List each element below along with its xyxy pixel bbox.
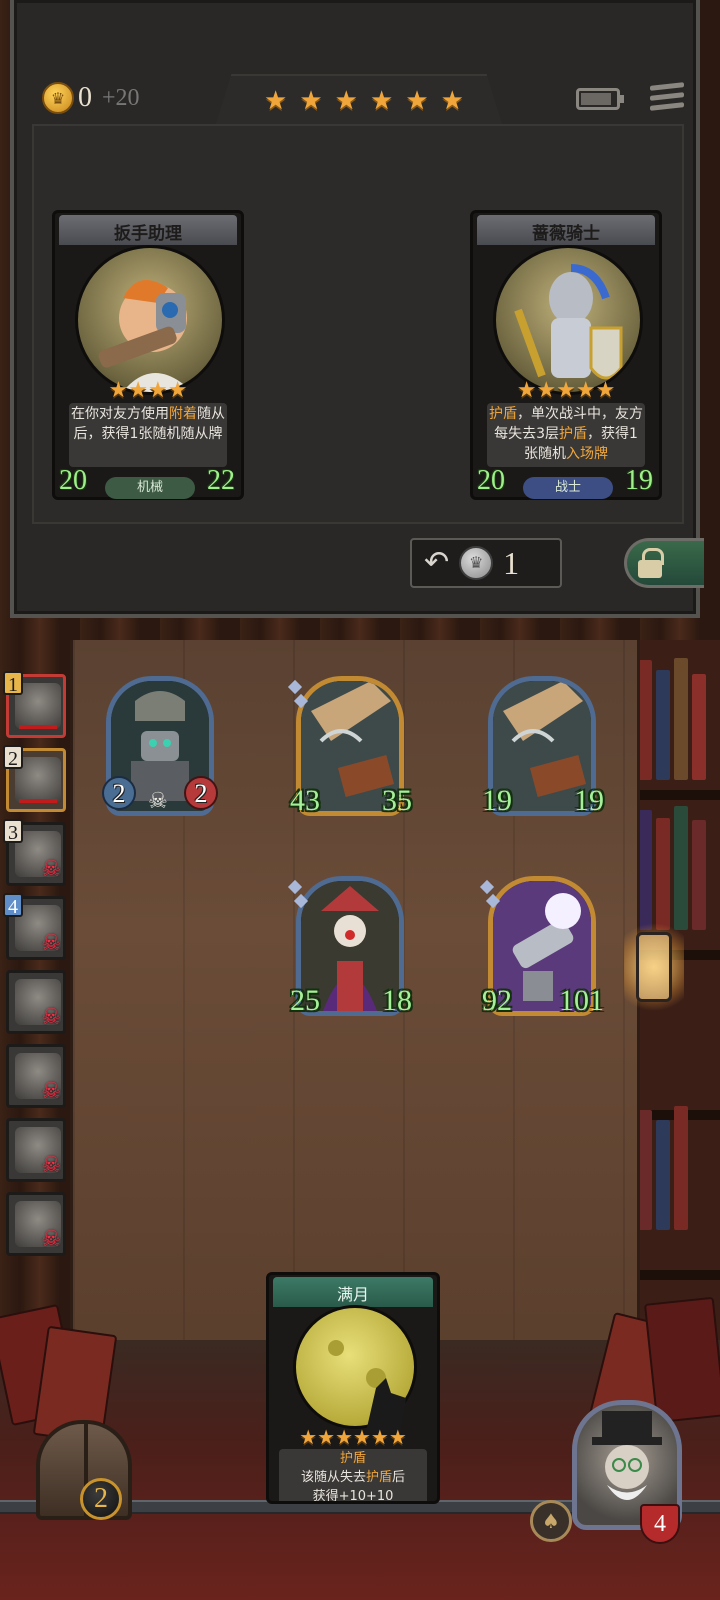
tier-star-icon: ★ [299, 86, 323, 116]
minion-health: 35 [382, 784, 412, 817]
tier-star-icon: ★ [334, 86, 358, 116]
tier-star-icon: ★ [440, 86, 464, 116]
gold-income: +20 [102, 84, 140, 111]
board-minion-3[interactable]: 19 19 [482, 676, 604, 824]
board-minion-1[interactable]: 2 2 ☠ [102, 676, 218, 824]
card-description: 在你对友方使用附着随从后，获得1张随机随从牌 [69, 403, 227, 467]
card-name: 蔷薇骑士 [532, 224, 600, 244]
opponent-8[interactable]: ☠ [6, 1192, 66, 1256]
opponent-health-bar [19, 725, 57, 729]
opponent-rank: 3 [3, 819, 23, 844]
dead-skull-icon: ☠ [41, 1153, 61, 1178]
player-health: 4 [640, 1504, 680, 1544]
opponent-4[interactable]: 4 ☠ [3, 893, 66, 960]
card-tribe: 战士 [523, 477, 613, 499]
tier-stars: ★ ★ ★ ★ ★ ★ [264, 86, 464, 116]
tier-star-icon: ★ [264, 86, 288, 116]
opponent-7[interactable]: ☠ [6, 1118, 66, 1182]
minion-health: 19 [574, 784, 604, 817]
card-attack: 20 [59, 465, 87, 496]
board-minion-4[interactable]: 25 18 [287, 876, 412, 1024]
opponent-2[interactable]: 2 [3, 745, 66, 812]
card-health: 22 [207, 465, 235, 496]
minion-attack: 92 [482, 984, 512, 1017]
card-stars: ★★★★★ [516, 378, 616, 403]
dead-skull-icon: ☠ [41, 931, 61, 956]
card-stars: ★★★★ [108, 378, 188, 403]
refresh-button[interactable]: ↶ ♛ 1 [410, 538, 562, 588]
minion-health: 2 [184, 776, 218, 810]
shop-card-wrench-assistant[interactable]: 扳手助理 ★★★★ 在你对友方使用附着随从后，获得1张随机随从牌 20 机械 2… [52, 210, 244, 500]
opponent-5[interactable]: ☠ [6, 970, 66, 1034]
tier-star-icon: ★ [405, 86, 429, 116]
minion-attack: 2 [102, 776, 136, 810]
opponent-rank: 2 [3, 745, 23, 770]
freeze-lock-button[interactable] [624, 538, 704, 588]
lock-icon [637, 548, 664, 578]
skull-icon: ☠ [148, 789, 168, 814]
opponent-rank: 1 [3, 671, 23, 696]
battery-icon [576, 88, 624, 110]
board-minion-5[interactable]: 92 101 [479, 876, 604, 1024]
menu-icon[interactable] [650, 82, 684, 116]
card-stars: ★★★★★★ [299, 1425, 407, 1449]
card-health: 19 [625, 465, 653, 496]
tavern-level: 2 [80, 1478, 122, 1520]
refresh-cost: 1 [503, 544, 520, 581]
board-minion-2[interactable]: 43 35 [287, 676, 412, 824]
gold-display: ♛ 0 +20 [42, 82, 140, 114]
card-name: 满月 [336, 1285, 369, 1304]
card-tribe: 机械 [105, 477, 195, 499]
minion-health: 18 [382, 984, 412, 1017]
dead-skull-icon: ☠ [41, 1079, 61, 1104]
card-description: 护盾，单次战斗中，友方每失去3层护盾，获得1张随机入场牌 [487, 403, 645, 467]
tier-star-icon: ★ [369, 86, 394, 116]
shop-card-rose-knight[interactable]: 蔷薇骑士 ★★★★★ 护盾，单次战斗中，友方每失去3层护盾，获得1张随机入场牌 … [470, 210, 662, 500]
hero-power-icon[interactable]: ♠ [530, 1500, 572, 1542]
opponent-1[interactable]: 1 [3, 671, 66, 738]
card-description: 护盾 该随从失去护盾后 获得+10+10 [279, 1449, 427, 1501]
opponent-6[interactable]: ☠ [6, 1044, 66, 1108]
dead-skull-icon: ☠ [41, 1005, 61, 1030]
gold-count: 0 [78, 82, 92, 113]
lamp [624, 912, 684, 1022]
opponent-health-bar [19, 799, 57, 803]
moon-image [293, 1305, 417, 1432]
dead-skull-icon: ☠ [41, 1227, 61, 1252]
minion-attack: 43 [290, 784, 320, 817]
card-attack: 20 [477, 465, 505, 496]
coin-icon: ♛ [42, 82, 74, 114]
opponent-rank: 4 [3, 893, 23, 918]
card-name: 扳手助理 [114, 224, 182, 244]
dead-skull-icon: ☠ [41, 857, 61, 882]
gem-icon: ♛ [459, 546, 494, 580]
shop-panel: ★ ★ ★ ★ ★ ★ ♛ 0 +20 扳手助理 ★★★★ 在你对友方使用附着随从后，获得… [10, 0, 704, 618]
minion-attack: 19 [482, 784, 512, 817]
refresh-icon: ↶ [424, 545, 450, 580]
card-portrait [75, 245, 225, 395]
card-portrait [493, 245, 643, 395]
minion-health: 101 [559, 984, 604, 1017]
hand-card-full-moon[interactable]: 满月 ★★★★★★ 护盾 该随从失去护盾后 获得+10+10 [266, 1272, 440, 1504]
minion-attack: 25 [290, 984, 320, 1017]
opponent-3[interactable]: 3 ☠ [3, 819, 66, 886]
